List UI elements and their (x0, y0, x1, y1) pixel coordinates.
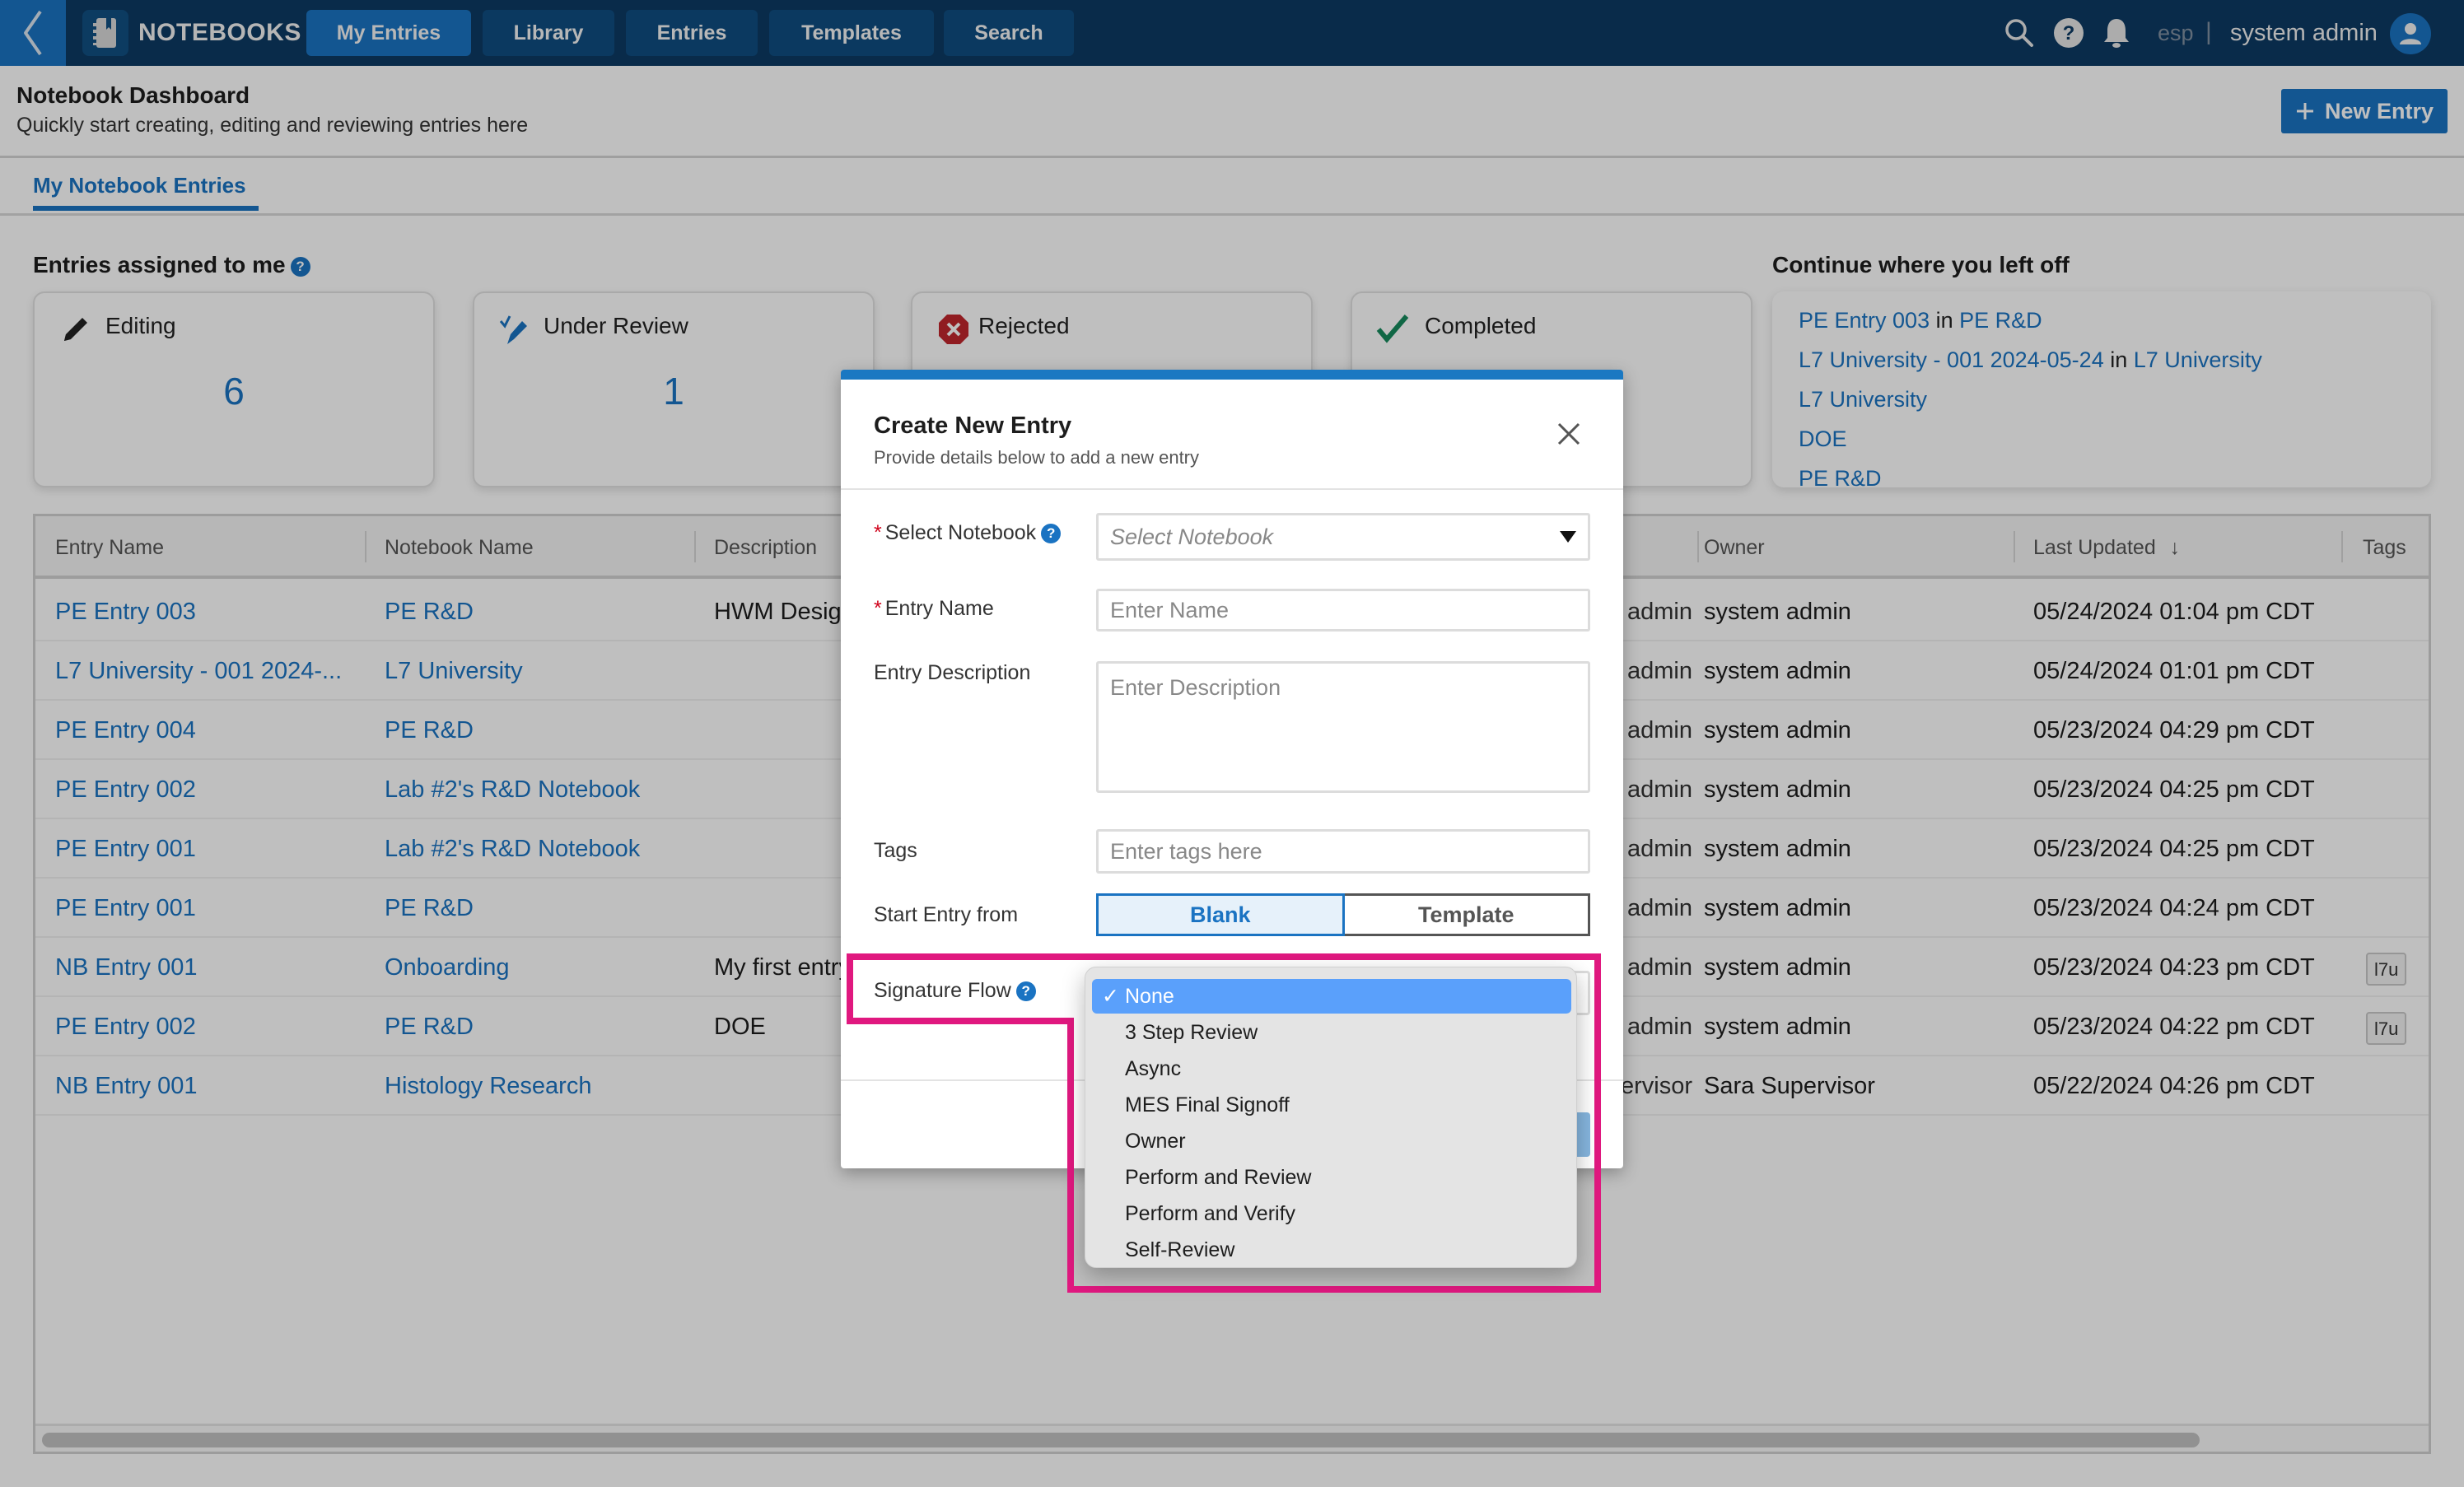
label-text: Signature Flow (874, 979, 1011, 1002)
modal-divider (841, 488, 1623, 490)
option-label: Self-Review (1125, 1238, 1235, 1261)
select-notebook-label: * Select Notebook? (874, 521, 1062, 545)
signature-flow-option[interactable]: Perform and Review (1092, 1160, 1571, 1195)
required-marker: * (874, 597, 882, 620)
option-label: Owner (1125, 1130, 1186, 1153)
option-label: Perform and Verify (1125, 1202, 1296, 1225)
option-label: Async (1125, 1057, 1182, 1080)
tags-placeholder: Enter tags here (1110, 838, 1262, 864)
help-icon[interactable]: ? (1015, 981, 1036, 1002)
select-notebook-dropdown[interactable]: Select Notebook (1096, 513, 1590, 561)
signature-flow-option[interactable]: MES Final Signoff (1092, 1088, 1571, 1122)
blank-option-button[interactable]: Blank (1096, 893, 1345, 936)
tags-label: Tags (874, 839, 917, 862)
entry-name-input[interactable]: Enter Name (1096, 589, 1590, 632)
entry-description-label: Entry Description (874, 661, 1031, 684)
signature-flow-option[interactable]: Async (1092, 1051, 1571, 1086)
required-marker: * (874, 521, 882, 544)
tags-input[interactable]: Enter tags here (1096, 829, 1590, 874)
option-label: None (1125, 985, 1174, 1008)
signature-flow-option[interactable]: ✓ None (1092, 979, 1571, 1014)
entry-name-placeholder: Enter Name (1110, 597, 1230, 622)
signature-flow-option[interactable]: Perform and Verify (1092, 1196, 1571, 1231)
option-label: 3 Step Review (1125, 1021, 1258, 1044)
template-option-button[interactable]: Template (1344, 893, 1590, 936)
label-text: Select Notebook (884, 521, 1037, 544)
entry-name-label: * Entry Name (874, 597, 994, 621)
signature-flow-option[interactable]: Owner (1092, 1124, 1571, 1158)
help-icon[interactable]: ? (1041, 524, 1062, 544)
entry-description-placeholder: Enter Description (1110, 675, 1281, 700)
check-icon: ✓ (1102, 985, 1119, 1008)
start-entry-toggle: Blank Template (1096, 893, 1590, 936)
signature-flow-option[interactable]: 3 Step Review (1092, 1015, 1571, 1050)
signature-flow-options: ✓ None 3 Step Review Async MES Final Signoff… (1085, 967, 1577, 1268)
option-label: MES Final Signoff (1125, 1093, 1290, 1116)
caret-down-icon (1560, 531, 1576, 543)
signature-flow-option[interactable]: Self-Review (1092, 1233, 1571, 1267)
option-label: Perform and Review (1125, 1166, 1312, 1189)
start-entry-from-label: Start Entry from (874, 903, 1019, 926)
modal-title: Create New Entry (874, 413, 1072, 439)
modal-subtitle: Provide details below to add a new entry (874, 447, 1200, 468)
select-notebook-placeholder: Select Notebook (1110, 524, 1274, 549)
label-text: Entry Name (884, 597, 994, 620)
entry-description-textarea[interactable]: Enter Description (1096, 661, 1590, 793)
signature-flow-label: Signature Flow? (874, 979, 1036, 1003)
close-icon[interactable] (1554, 419, 1584, 449)
